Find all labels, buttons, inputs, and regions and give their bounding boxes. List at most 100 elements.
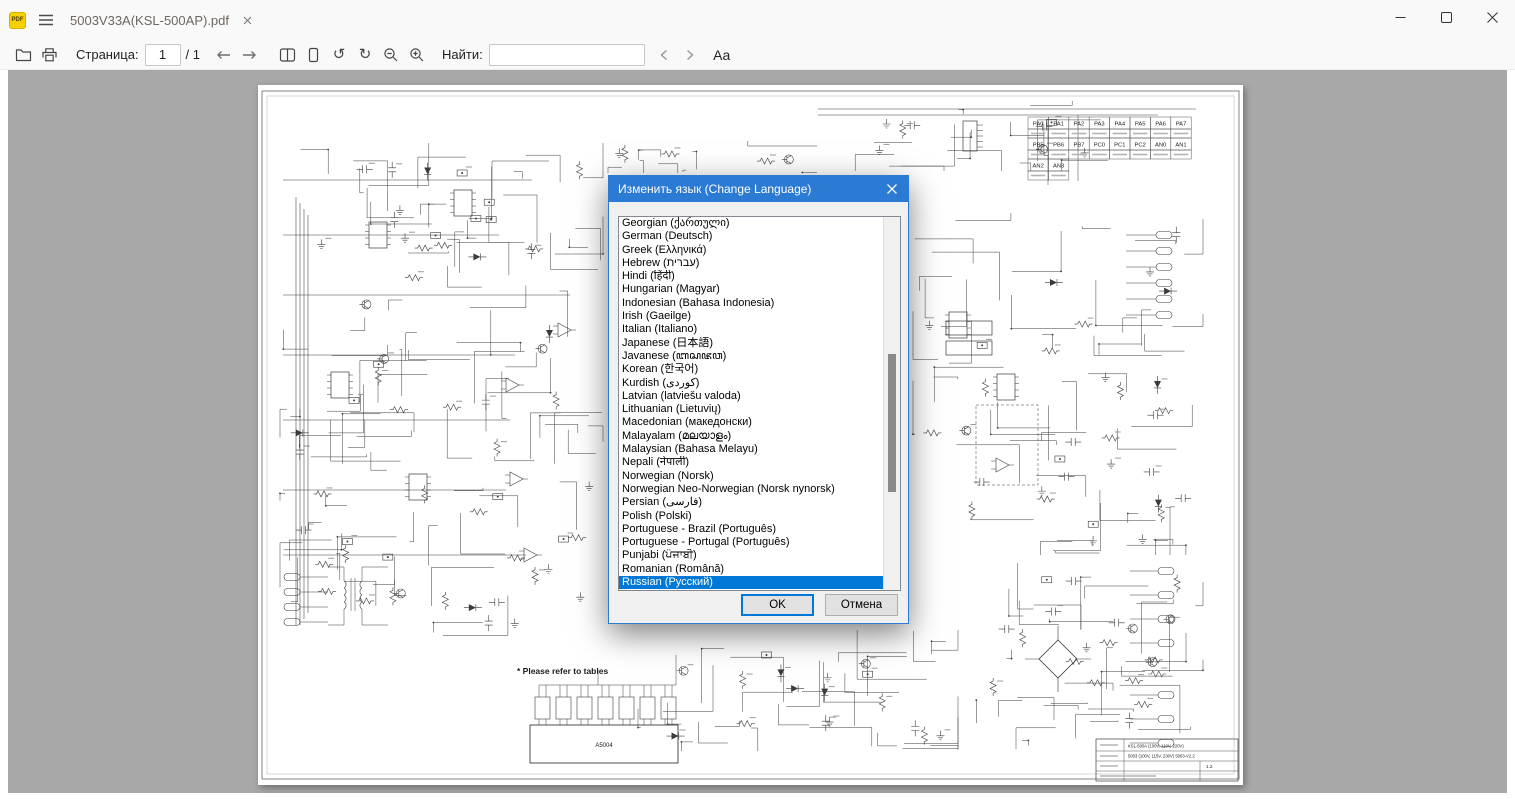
folder-icon — [15, 48, 31, 61]
window-controls — [1377, 0, 1515, 34]
svg-text:PA4: PA4 — [1115, 122, 1126, 128]
tab-close-button[interactable] — [243, 16, 252, 25]
rotate-left-button[interactable]: ↺ — [326, 42, 352, 68]
svg-text:AN2: AN2 — [1033, 164, 1044, 170]
svg-text:* Please refer to tables: * Please refer to tables — [517, 666, 608, 676]
ok-button[interactable]: OK — [741, 594, 814, 616]
find-next-button[interactable] — [677, 42, 703, 68]
scrollbar-thumb[interactable] — [888, 354, 896, 492]
dialog-close-button[interactable] — [876, 176, 908, 202]
language-option[interactable]: Korean (한국어) — [619, 363, 883, 376]
maximize-icon — [1440, 11, 1452, 23]
language-option[interactable]: Persian (فارسی) — [619, 496, 883, 509]
svg-text:PA1: PA1 — [1053, 122, 1064, 128]
close-icon — [1486, 11, 1498, 23]
forward-button[interactable] — [236, 42, 262, 68]
cancel-button[interactable]: Отмена — [825, 594, 898, 616]
zoom-in-icon — [410, 47, 424, 61]
language-option[interactable]: Irish (Gaeilge) — [619, 310, 883, 323]
rotate-right-icon: ↻ — [358, 45, 372, 63]
language-option[interactable]: Hebrew (עברית) — [619, 257, 883, 270]
dialog-titlebar[interactable]: Изменить язык (Change Language) — [609, 176, 908, 202]
language-option[interactable]: Japanese (日本語) — [619, 337, 883, 350]
svg-text:PA5: PA5 — [1135, 122, 1146, 128]
facing-pages-icon — [279, 47, 295, 62]
find-previous-button[interactable] — [651, 42, 677, 68]
hamburger-icon — [39, 14, 53, 26]
language-option[interactable]: Javanese (ꦧꦱꦗꦮ) — [619, 350, 883, 363]
open-file-button[interactable] — [10, 42, 36, 68]
menu-button[interactable] — [38, 13, 54, 27]
page-input[interactable] — [144, 43, 181, 66]
svg-text:PC2: PC2 — [1135, 143, 1146, 149]
change-language-dialog: Изменить язык (Change Language) Georgian… — [608, 175, 909, 624]
svg-text:PB5: PB5 — [1033, 143, 1044, 149]
close-icon — [243, 16, 252, 24]
svg-text:KSL-500A (100V, 110V, 220V): KSL-500A (100V, 110V, 220V) — [1128, 744, 1184, 749]
language-option[interactable]: Georgian (ქართული) — [619, 217, 883, 230]
svg-text:A5004: A5004 — [595, 743, 613, 749]
print-button[interactable] — [36, 42, 62, 68]
layout-single-button[interactable] — [300, 42, 326, 68]
language-option[interactable]: Portuguese - Brazil (Português) — [619, 523, 883, 536]
language-option[interactable]: Hindi (हिंदी) — [619, 270, 883, 283]
svg-text:PB6: PB6 — [1053, 143, 1064, 149]
language-option[interactable]: Russian (Русский) — [619, 576, 883, 590]
language-option[interactable]: Greek (Ελληνικά) — [619, 244, 883, 257]
language-option[interactable]: Malaysian (Bahasa Melayu) — [619, 443, 883, 456]
toolbar: Страница: / 1 ↺ ↻ — [0, 40, 1515, 70]
app-icon-label: PDF — [11, 17, 24, 23]
svg-text:1.2: 1.2 — [1206, 764, 1213, 769]
language-option[interactable]: Kurdish (کوردی) — [619, 377, 883, 390]
language-option[interactable]: Italian (Italiano) — [619, 323, 883, 336]
close-icon — [887, 184, 897, 194]
svg-text:PA6: PA6 — [1155, 122, 1166, 128]
language-option[interactable]: Norwegian Neo-Norwegian (Norsk nynorsk) — [619, 483, 883, 496]
language-option[interactable]: Malayalam (മലയാളം) — [619, 430, 883, 443]
zoom-out-button[interactable] — [378, 42, 404, 68]
match-case-button[interactable]: Aa — [709, 42, 735, 68]
layout-facing-button[interactable] — [274, 42, 300, 68]
svg-text:PB7: PB7 — [1074, 143, 1085, 149]
svg-text:AN0: AN0 — [1155, 143, 1166, 149]
listbox-scrollbar[interactable] — [883, 217, 900, 590]
svg-text:PC0: PC0 — [1094, 143, 1105, 149]
language-option[interactable]: Macedonian (македонски) — [619, 416, 883, 429]
zoom-out-icon — [384, 47, 398, 61]
svg-text:AN1: AN1 — [1175, 143, 1186, 149]
svg-text:5003 (100V, 115V, 230V) 5003-V: 5003 (100V, 115V, 230V) 5003-V2.2 — [1128, 754, 1195, 759]
language-list: Georgian (ქართული) German (Deutsch) Greek … — [619, 217, 883, 590]
language-option[interactable]: Latvian (latviešu valoda) — [619, 390, 883, 403]
maximize-button[interactable] — [1423, 0, 1469, 34]
document-tab[interactable]: 5003V33A(KSL-500AP).pdf — [70, 13, 252, 28]
language-option[interactable]: Polish (Polski) — [619, 510, 883, 523]
page-label: Страница: — [76, 47, 139, 62]
arrow-left-icon — [216, 50, 230, 59]
language-listbox[interactable]: Georgian (ქართული) German (Deutsch) Greek … — [618, 216, 901, 591]
language-option[interactable]: Punjabi (ਪੰਜਾਬੀ) — [619, 549, 883, 562]
svg-text:PA2: PA2 — [1074, 122, 1085, 128]
match-case-label: Aa — [713, 46, 731, 63]
language-option[interactable]: Nepali (नेपाली) — [619, 456, 883, 469]
rotate-right-button[interactable]: ↻ — [352, 42, 378, 68]
app-icon[interactable]: PDF — [9, 11, 26, 29]
language-option[interactable]: Lithuanian (Lietuvių) — [619, 403, 883, 416]
language-option[interactable]: German (Deutsch) — [619, 230, 883, 243]
find-label: Найти: — [442, 47, 483, 62]
language-option[interactable]: Portuguese - Portugal (Português) — [619, 536, 883, 549]
rotate-left-icon: ↺ — [332, 45, 346, 63]
language-option[interactable]: Indonesian (Bahasa Indonesia) — [619, 297, 883, 310]
svg-text:PA3: PA3 — [1094, 122, 1105, 128]
printer-icon — [41, 47, 57, 61]
page-total: / 1 — [185, 47, 200, 62]
minimize-button[interactable] — [1377, 0, 1423, 34]
language-option[interactable]: Norwegian (Norsk) — [619, 470, 883, 483]
language-option[interactable]: Romanian (Română) — [619, 563, 883, 576]
find-input[interactable] — [488, 43, 645, 66]
close-window-button[interactable] — [1469, 0, 1515, 34]
chevron-left-icon — [660, 49, 667, 60]
minimize-icon — [1395, 16, 1405, 18]
zoom-in-button[interactable] — [404, 42, 430, 68]
language-option[interactable]: Hungarian (Magyar) — [619, 283, 883, 296]
back-button[interactable] — [210, 42, 236, 68]
